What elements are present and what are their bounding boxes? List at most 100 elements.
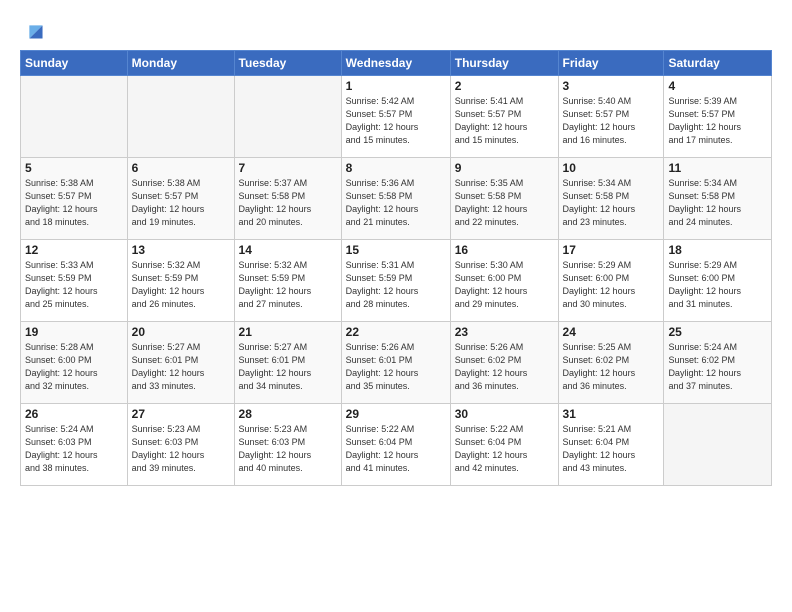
day-number: 4 xyxy=(668,79,767,93)
day-number: 26 xyxy=(25,407,123,421)
day-info: Sunrise: 5:26 AMSunset: 6:01 PMDaylight:… xyxy=(346,341,446,393)
logo xyxy=(20,18,44,40)
calendar-cell: 4Sunrise: 5:39 AMSunset: 5:57 PMDaylight… xyxy=(664,76,772,158)
calendar-cell xyxy=(127,76,234,158)
day-info: Sunrise: 5:24 AMSunset: 6:02 PMDaylight:… xyxy=(668,341,767,393)
calendar-cell: 18Sunrise: 5:29 AMSunset: 6:00 PMDayligh… xyxy=(664,240,772,322)
calendar-cell: 13Sunrise: 5:32 AMSunset: 5:59 PMDayligh… xyxy=(127,240,234,322)
day-info: Sunrise: 5:32 AMSunset: 5:59 PMDaylight:… xyxy=(132,259,230,311)
day-number: 28 xyxy=(239,407,337,421)
day-info: Sunrise: 5:26 AMSunset: 6:02 PMDaylight:… xyxy=(455,341,554,393)
calendar-cell: 11 Sunrise: 5:34 AMSunset: 5:58 PMDayligh… xyxy=(664,158,772,240)
day-info: Sunrise: 5:38 AMSunset: 5:57 PMDaylight:… xyxy=(132,177,230,229)
day-info: Sunrise: 5:41 AMSunset: 5:57 PMDaylight:… xyxy=(455,95,554,147)
day-info: Sunrise: 5:21 AMSunset: 6:04 PMDaylight:… xyxy=(563,423,660,475)
calendar-cell xyxy=(21,76,128,158)
calendar-cell: 17 Sunrise: 5:29 AMSunset: 6:00 PMDayligh… xyxy=(558,240,664,322)
day-number: 25 xyxy=(668,325,767,339)
calendar-week-4: 19 Sunrise: 5:28 AMSunset: 6:00 PMDayligh… xyxy=(21,322,772,404)
weekday-header-tuesday: Tuesday xyxy=(234,51,341,76)
day-number: 7 xyxy=(239,161,337,175)
day-info: Sunrise: 5:30 AMSunset: 6:00 PMDaylight:… xyxy=(455,259,554,311)
day-number: 11 xyxy=(668,161,767,175)
day-number: 16 xyxy=(455,243,554,257)
calendar-week-2: 5 Sunrise: 5:38 AMSunset: 5:57 PMDaylight… xyxy=(21,158,772,240)
day-info: Sunrise: 5:29 AMSunset: 6:00 PMDaylight:… xyxy=(668,259,767,311)
day-info: Sunrise: 5:27 AMSunset: 6:01 PMDaylight:… xyxy=(132,341,230,393)
day-number: 5 xyxy=(25,161,123,175)
day-info: Sunrise: 5:36 AMSunset: 5:58 PMDaylight:… xyxy=(346,177,446,229)
calendar-cell: 12 Sunrise: 5:33 AMSunset: 5:59 PMDayligh… xyxy=(21,240,128,322)
calendar-cell: 21 Sunrise: 5:27 AMSunset: 6:01 PMDayligh… xyxy=(234,322,341,404)
calendar-cell: 22Sunrise: 5:26 AMSunset: 6:01 PMDayligh… xyxy=(341,322,450,404)
day-info: Sunrise: 5:32 AMSunset: 5:59 PMDaylight:… xyxy=(239,259,337,311)
calendar-cell: 6 Sunrise: 5:38 AMSunset: 5:57 PMDaylight… xyxy=(127,158,234,240)
day-number: 8 xyxy=(346,161,446,175)
day-info: Sunrise: 5:23 AMSunset: 6:03 PMDaylight:… xyxy=(132,423,230,475)
day-info: Sunrise: 5:29 AMSunset: 6:00 PMDaylight:… xyxy=(563,259,660,311)
calendar-week-5: 26 Sunrise: 5:24 AMSunset: 6:03 PMDayligh… xyxy=(21,404,772,486)
day-number: 17 xyxy=(563,243,660,257)
day-number: 30 xyxy=(455,407,554,421)
calendar-cell: 2Sunrise: 5:41 AMSunset: 5:57 PMDaylight… xyxy=(450,76,558,158)
calendar-cell: 16 Sunrise: 5:30 AMSunset: 6:00 PMDayligh… xyxy=(450,240,558,322)
day-info: Sunrise: 5:34 AMSunset: 5:58 PMDaylight:… xyxy=(563,177,660,229)
day-number: 24 xyxy=(563,325,660,339)
day-info: Sunrise: 5:24 AMSunset: 6:03 PMDaylight:… xyxy=(25,423,123,475)
day-info: Sunrise: 5:28 AMSunset: 6:00 PMDaylight:… xyxy=(25,341,123,393)
day-number: 19 xyxy=(25,325,123,339)
calendar-cell xyxy=(234,76,341,158)
weekday-header-thursday: Thursday xyxy=(450,51,558,76)
calendar-cell: 3 Sunrise: 5:40 AMSunset: 5:57 PMDaylight… xyxy=(558,76,664,158)
day-info: Sunrise: 5:27 AMSunset: 6:01 PMDaylight:… xyxy=(239,341,337,393)
weekday-header-wednesday: Wednesday xyxy=(341,51,450,76)
day-info: Sunrise: 5:37 AMSunset: 5:58 PMDaylight:… xyxy=(239,177,337,229)
weekday-header-monday: Monday xyxy=(127,51,234,76)
day-info: Sunrise: 5:38 AMSunset: 5:57 PMDaylight:… xyxy=(25,177,123,229)
day-number: 12 xyxy=(25,243,123,257)
day-number: 6 xyxy=(132,161,230,175)
calendar-cell: 23Sunrise: 5:26 AMSunset: 6:02 PMDayligh… xyxy=(450,322,558,404)
calendar-cell: 19 Sunrise: 5:28 AMSunset: 6:00 PMDayligh… xyxy=(21,322,128,404)
day-number: 31 xyxy=(563,407,660,421)
day-info: Sunrise: 5:25 AMSunset: 6:02 PMDaylight:… xyxy=(563,341,660,393)
calendar-cell: 10Sunrise: 5:34 AMSunset: 5:58 PMDayligh… xyxy=(558,158,664,240)
weekday-header-row: SundayMondayTuesdayWednesdayThursdayFrid… xyxy=(21,51,772,76)
day-number: 14 xyxy=(239,243,337,257)
day-number: 3 xyxy=(563,79,660,93)
calendar-cell: 27 Sunrise: 5:23 AMSunset: 6:03 PMDayligh… xyxy=(127,404,234,486)
day-number: 15 xyxy=(346,243,446,257)
calendar-cell: 8 Sunrise: 5:36 AMSunset: 5:58 PMDaylight… xyxy=(341,158,450,240)
day-info: Sunrise: 5:22 AMSunset: 6:04 PMDaylight:… xyxy=(455,423,554,475)
calendar-week-3: 12 Sunrise: 5:33 AMSunset: 5:59 PMDayligh… xyxy=(21,240,772,322)
calendar-cell: 24 Sunrise: 5:25 AMSunset: 6:02 PMDayligh… xyxy=(558,322,664,404)
day-number: 21 xyxy=(239,325,337,339)
calendar-cell: 14 Sunrise: 5:32 AMSunset: 5:59 PMDayligh… xyxy=(234,240,341,322)
calendar-cell: 25 Sunrise: 5:24 AMSunset: 6:02 PMDayligh… xyxy=(664,322,772,404)
day-number: 9 xyxy=(455,161,554,175)
day-info: Sunrise: 5:34 AMSunset: 5:58 PMDaylight:… xyxy=(668,177,767,229)
day-number: 20 xyxy=(132,325,230,339)
day-number: 1 xyxy=(346,79,446,93)
day-number: 27 xyxy=(132,407,230,421)
calendar-cell: 5 Sunrise: 5:38 AMSunset: 5:57 PMDaylight… xyxy=(21,158,128,240)
calendar-cell: 28Sunrise: 5:23 AMSunset: 6:03 PMDayligh… xyxy=(234,404,341,486)
calendar-cell: 26 Sunrise: 5:24 AMSunset: 6:03 PMDayligh… xyxy=(21,404,128,486)
calendar-cell: 20 Sunrise: 5:27 AMSunset: 6:01 PMDayligh… xyxy=(127,322,234,404)
calendar-cell: 7 Sunrise: 5:37 AMSunset: 5:58 PMDaylight… xyxy=(234,158,341,240)
calendar-cell: 9 Sunrise: 5:35 AMSunset: 5:58 PMDaylight… xyxy=(450,158,558,240)
day-info: Sunrise: 5:33 AMSunset: 5:59 PMDaylight:… xyxy=(25,259,123,311)
calendar-cell: 15 Sunrise: 5:31 AMSunset: 5:59 PMDayligh… xyxy=(341,240,450,322)
day-info: Sunrise: 5:35 AMSunset: 5:58 PMDaylight:… xyxy=(455,177,554,229)
logo-icon xyxy=(22,18,44,40)
calendar-cell xyxy=(664,404,772,486)
day-info: Sunrise: 5:31 AMSunset: 5:59 PMDaylight:… xyxy=(346,259,446,311)
day-number: 29 xyxy=(346,407,446,421)
calendar-cell: 1 Sunrise: 5:42 AMSunset: 5:57 PMDaylight… xyxy=(341,76,450,158)
calendar-cell: 30 Sunrise: 5:22 AMSunset: 6:04 PMDayligh… xyxy=(450,404,558,486)
calendar-cell: 31 Sunrise: 5:21 AMSunset: 6:04 PMDayligh… xyxy=(558,404,664,486)
day-info: Sunrise: 5:42 AMSunset: 5:57 PMDaylight:… xyxy=(346,95,446,147)
day-info: Sunrise: 5:40 AMSunset: 5:57 PMDaylight:… xyxy=(563,95,660,147)
calendar-week-1: 1 Sunrise: 5:42 AMSunset: 5:57 PMDaylight… xyxy=(21,76,772,158)
weekday-header-sunday: Sunday xyxy=(21,51,128,76)
